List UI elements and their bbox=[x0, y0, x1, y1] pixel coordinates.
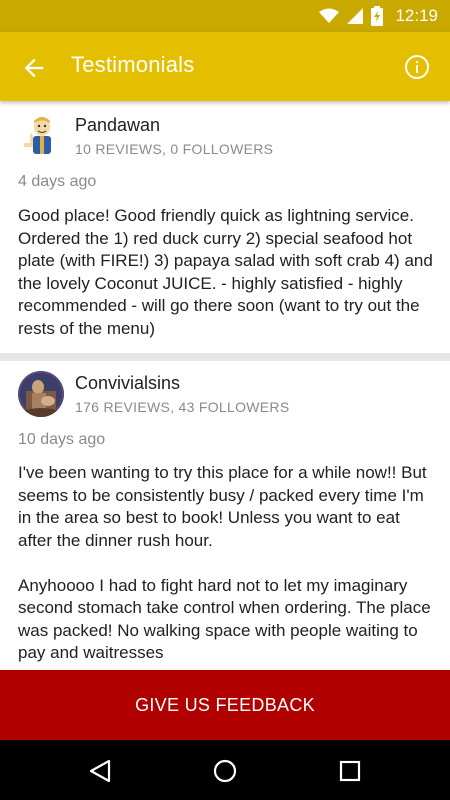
thumbs-up-mascot-avatar[interactable] bbox=[18, 113, 64, 159]
system-nav-bar bbox=[0, 740, 450, 800]
review-text: I've been wanting to try this place for … bbox=[18, 463, 431, 662]
info-icon[interactable] bbox=[404, 54, 430, 80]
reviewer-name[interactable]: Convivialsins bbox=[75, 373, 180, 394]
nav-recents-icon[interactable] bbox=[337, 758, 363, 784]
review-divider bbox=[0, 353, 450, 361]
review-card: Pandawan 10 REVIEWS, 0 FOLLOWERS 4 days … bbox=[0, 101, 450, 353]
nav-home-icon[interactable] bbox=[212, 758, 238, 784]
review-card: Convivialsins 176 REVIEWS, 43 FOLLOWERS … bbox=[0, 361, 450, 670]
status-time: 12:19 bbox=[395, 6, 438, 25]
status-icons: 12:19 bbox=[319, 0, 438, 32]
reviewer-stats: 176 REVIEWS, 43 FOLLOWERS bbox=[75, 399, 290, 415]
arrow-back-icon[interactable] bbox=[20, 54, 48, 82]
give-feedback-button[interactable]: GIVE US FEEDBACK bbox=[0, 670, 450, 740]
reviewer-stats: 10 REVIEWS, 0 FOLLOWERS bbox=[75, 141, 274, 157]
page-title: Testimonials bbox=[71, 52, 195, 77]
testimonials-list[interactable]: Pandawan 10 REVIEWS, 0 FOLLOWERS 4 days … bbox=[0, 101, 450, 670]
review-date: 10 days ago bbox=[18, 431, 106, 448]
battery-charging-icon bbox=[371, 6, 384, 26]
photo-avatar[interactable] bbox=[18, 371, 64, 417]
app-bar: Testimonials bbox=[0, 32, 450, 101]
nav-back-icon[interactable] bbox=[87, 758, 113, 784]
review-date: 4 days ago bbox=[18, 173, 97, 190]
status-bar: 12:19 bbox=[0, 0, 450, 32]
signal-icon bbox=[347, 8, 364, 24]
wifi-icon bbox=[319, 8, 340, 23]
review-text: Good place! Good friendly quick as light… bbox=[18, 206, 433, 338]
reviewer-name[interactable]: Pandawan bbox=[75, 115, 160, 136]
